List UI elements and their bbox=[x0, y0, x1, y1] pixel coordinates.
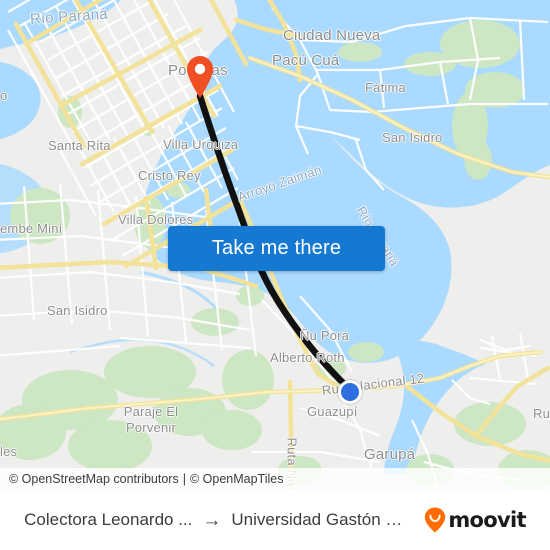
take-me-there-label: Take me there bbox=[211, 237, 342, 259]
destination-marker-dot[interactable] bbox=[338, 380, 362, 404]
attribution-openmaptiles[interactable]: © OpenMapTiles bbox=[190, 472, 284, 486]
trip-destination-label[interactable]: Universidad Gastón Dacha... bbox=[231, 510, 409, 530]
take-me-there-button[interactable]: Take me there bbox=[168, 226, 385, 271]
origin-marker-pin[interactable] bbox=[185, 55, 215, 99]
attribution-osm[interactable]: © OpenStreetMap contributors bbox=[9, 472, 179, 486]
map-screen: Río ParanáCiudad NuevaPacú CuáFátimaPosa… bbox=[0, 0, 550, 550]
map-attribution: © OpenStreetMap contributors | © OpenMap… bbox=[0, 468, 550, 490]
trip-footer: Colectora Leonardo ... → Universidad Gas… bbox=[0, 490, 550, 550]
arrow-right-icon: → bbox=[202, 509, 222, 531]
map-pin-icon bbox=[187, 56, 213, 98]
moovit-wordmark: moovit bbox=[448, 508, 526, 532]
trip-origin-label[interactable]: Colectora Leonardo ... bbox=[24, 510, 192, 530]
moovit-logo[interactable]: moovit bbox=[424, 507, 527, 533]
attribution-separator: | bbox=[182, 472, 186, 486]
moovit-pin-icon bbox=[425, 507, 446, 533]
map-canvas[interactable]: Río ParanáCiudad NuevaPacú CuáFátimaPosa… bbox=[0, 0, 550, 490]
